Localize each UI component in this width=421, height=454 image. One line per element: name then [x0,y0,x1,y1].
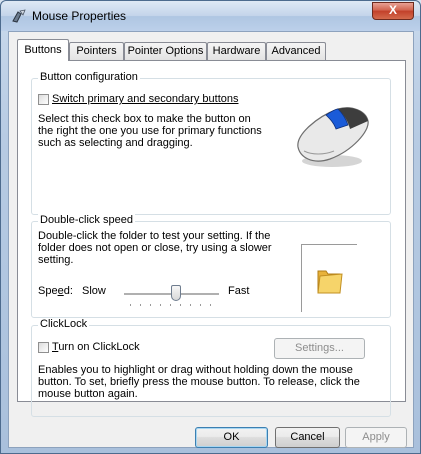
clicklock-checkbox[interactable] [38,342,49,353]
mouse-properties-window: Mouse Properties X Buttons Pointers Poin… [0,0,421,454]
window-title: Mouse Properties [32,9,127,23]
tab-pointer-options[interactable]: Pointer Options [124,42,207,60]
slow-label: Slow [82,285,106,297]
group-title: Button configuration [38,71,140,83]
settings-button[interactable]: Settings... [274,338,365,359]
double-click-speed-group: Double-click speed Double-click the fold… [31,214,391,318]
button-configuration-group: Button configuration Switch primary and … [31,71,391,215]
tab-hardware[interactable]: Hardware [207,42,266,60]
mouse-pointer-icon [11,9,27,23]
folder-icon[interactable] [316,265,344,298]
ok-button[interactable]: OK [195,427,268,448]
tab-panel-buttons: Button configuration Switch primary and … [17,60,406,417]
switch-buttons-checkbox[interactable] [38,94,49,105]
mouse-image [290,95,378,175]
speed-slider-thumb[interactable] [171,285,182,301]
tab-buttons[interactable]: Buttons [17,39,69,61]
button-config-description: Select this check box to make the button… [38,113,262,149]
tab-advanced[interactable]: Advanced [266,42,326,60]
title-bar[interactable]: Mouse Properties X [1,1,420,31]
group-title: Double-click speed [38,214,135,226]
tab-pointers[interactable]: Pointers [69,42,124,60]
group-title: ClickLock [38,318,90,330]
apply-button[interactable]: Apply [345,427,407,448]
cancel-button[interactable]: Cancel [275,427,340,448]
test-folder-area[interactable] [301,244,357,312]
close-icon: X [388,3,397,17]
clicklock-label[interactable]: Turn on ClickLock [52,341,140,353]
close-button[interactable]: X [372,2,414,20]
fast-label: Fast [228,285,250,297]
dialog-body: Buttons Pointers Pointer Options Hardwar… [8,31,414,448]
clicklock-group: ClickLock Turn on ClickLock Settings... … [31,318,391,417]
speed-slider-ticks [130,304,220,306]
clicklock-description: Enables you to highlight or drag without… [38,364,360,400]
double-click-description: Double-click the folder to test your set… [38,230,272,266]
switch-buttons-label[interactable]: Switch primary and secondary buttons [52,93,238,105]
speed-label: Speed: [38,285,73,297]
